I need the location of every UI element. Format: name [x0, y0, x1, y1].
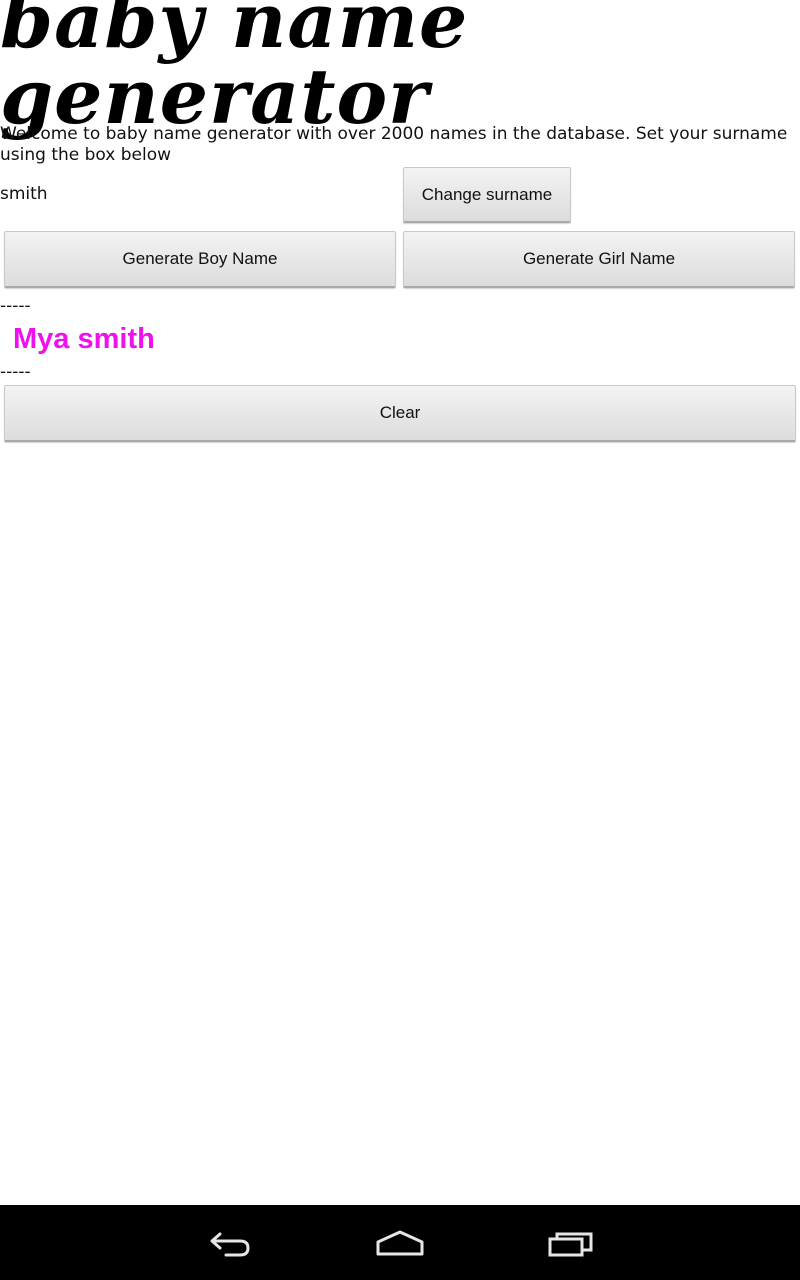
home-button[interactable] — [370, 1223, 430, 1263]
app-screen: baby name generator Welcome to baby name… — [0, 0, 800, 1205]
separator-bottom: ----- — [0, 362, 31, 382]
clear-button[interactable]: Clear — [4, 385, 796, 442]
back-icon — [210, 1232, 250, 1257]
generated-name: Mya smith — [13, 323, 155, 355]
welcome-text: Welcome to baby name generator with over… — [0, 124, 788, 165]
recent-apps-icon — [548, 1232, 593, 1257]
home-icon — [376, 1230, 424, 1256]
recent-apps-button[interactable] — [541, 1223, 601, 1263]
change-surname-button[interactable]: Change surname — [403, 167, 571, 223]
separator-top: ----- — [0, 296, 31, 316]
back-button[interactable] — [200, 1223, 260, 1263]
app-logo: baby name generator — [0, 0, 469, 141]
generate-boy-name-button[interactable]: Generate Boy Name — [4, 231, 396, 288]
system-nav-bar — [0, 1205, 800, 1280]
generate-girl-name-button[interactable]: Generate Girl Name — [403, 231, 795, 288]
surname-field[interactable]: smith — [0, 184, 48, 204]
